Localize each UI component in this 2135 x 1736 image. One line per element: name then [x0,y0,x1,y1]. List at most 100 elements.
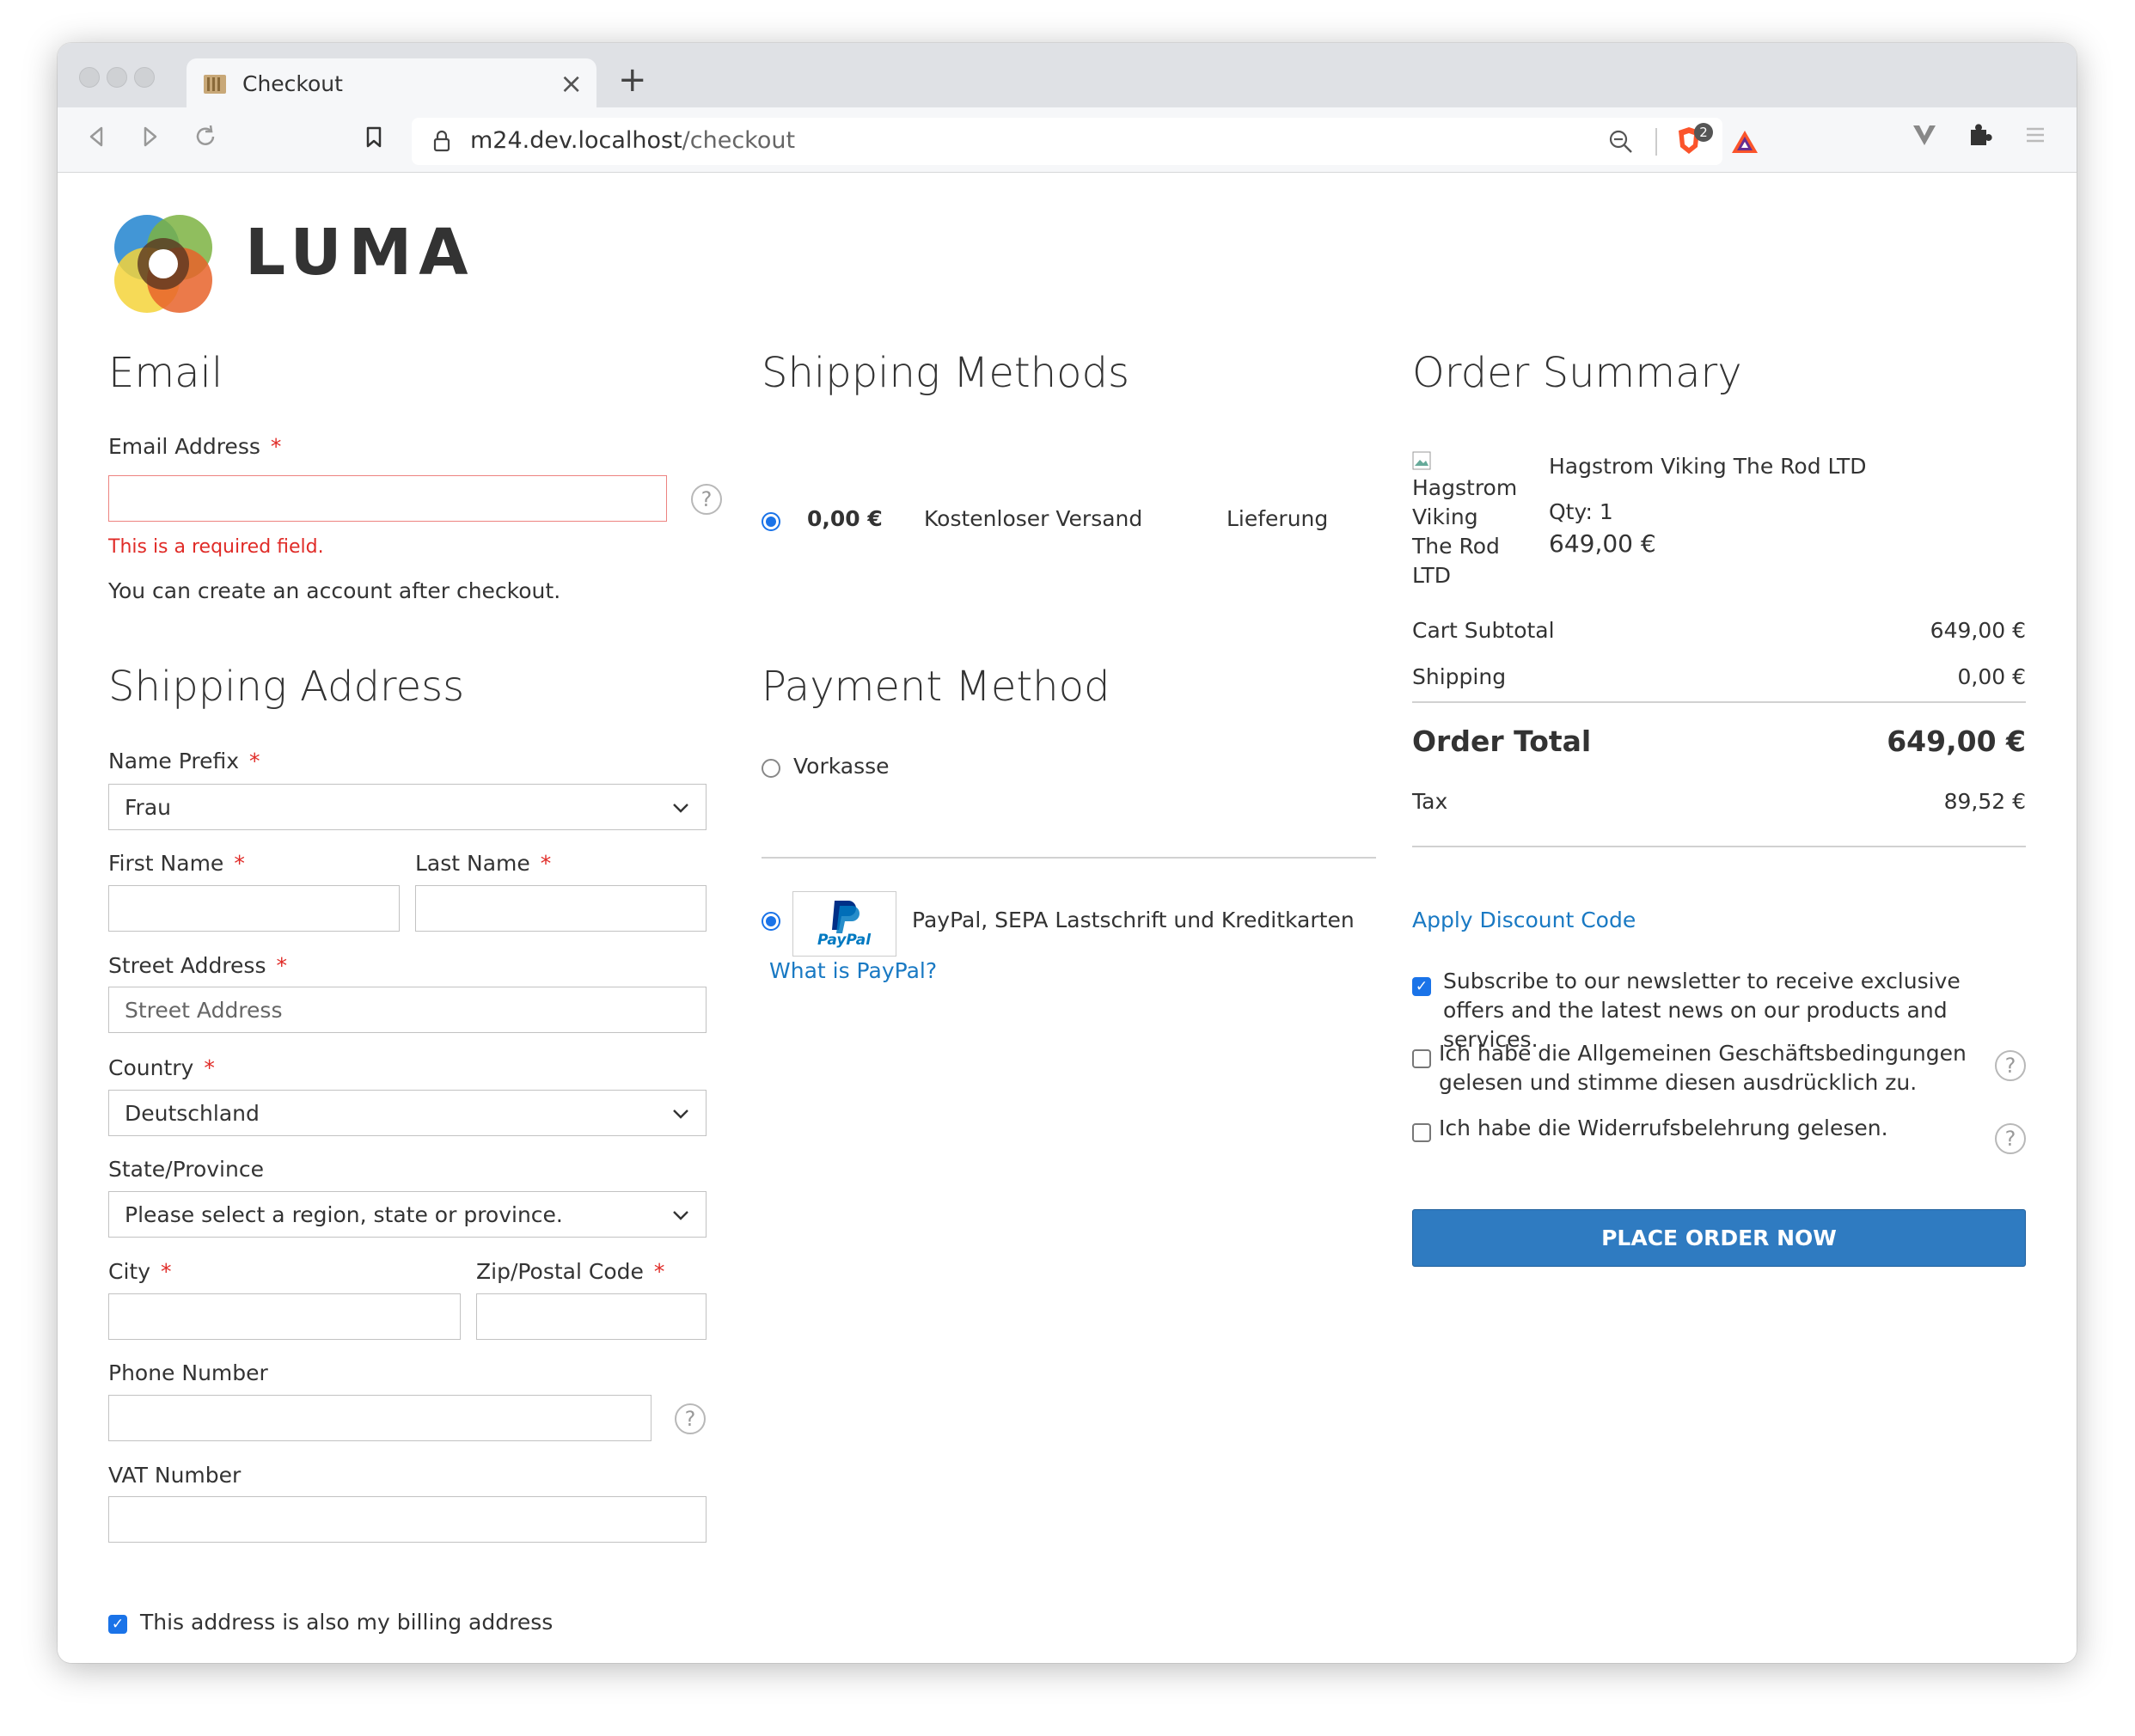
new-tab-icon[interactable]: + [618,60,647,100]
reload-icon[interactable] [188,119,223,154]
luma-logo-text: LUMA [245,216,475,290]
product-price: 649,00 € [1549,529,1656,558]
tab-close-icon[interactable]: × [560,67,583,100]
shipping-cost-value: 0,00 € [1957,664,2026,689]
email-help-icon[interactable]: ? [691,484,722,515]
forward-icon[interactable] [133,119,168,154]
place-order-button[interactable]: PLACE ORDER NOW [1412,1209,2026,1267]
cart-subtotal-value: 649,00 € [1930,618,2026,643]
chevron-down-icon [673,804,688,813]
window-minimize-dot[interactable] [107,67,127,88]
brave-rewards-icon[interactable] [1730,129,1759,155]
bookmark-icon[interactable] [357,119,391,154]
country-label: Country * [108,1055,215,1080]
product-image: Hagstrom Viking The Rod LTD [1412,451,1524,590]
shipping-address-title: Shipping Address [108,663,465,711]
state-value: Please select a region, state or provinc… [125,1202,563,1227]
shipping-methods-title: Shipping Methods [762,349,1130,397]
withdrawal-help-icon[interactable]: ? [1995,1123,2026,1154]
first-name-label-text: First Name [108,851,224,876]
menu-icon[interactable] [2022,119,2048,150]
billing-same-label: This address is also my billing address [140,1610,554,1635]
browser-window: Checkout × + m24.dev.localhost/checkout [58,43,2077,1663]
zip-field[interactable] [476,1293,707,1340]
country-select[interactable]: Deutschland [108,1090,707,1136]
state-select[interactable]: Please select a region, state or provinc… [108,1191,707,1238]
email-error: This is a required field. [108,536,324,558]
payment-prepay-label: Vorkasse [793,754,890,779]
browser-toolbar: m24.dev.localhost/checkout 2 [58,107,2077,173]
shipping-method-carrier: Lieferung [1227,506,1329,531]
phone-help-icon[interactable]: ? [675,1403,706,1434]
payment-prepay-radio[interactable] [762,759,780,778]
first-name-label: First Name * [108,851,245,876]
window-close-dot[interactable] [79,67,100,88]
billing-same-checkbox[interactable]: ✓ [108,1615,127,1634]
product-qty: Qty: 1 [1549,499,1613,524]
city-label: City * [108,1259,172,1284]
zip-label-text: Zip/Postal Code [476,1259,644,1284]
order-total-value: 649,00 € [1887,724,2026,758]
required-mark: * [234,851,245,876]
back-icon[interactable] [79,119,113,154]
apply-discount-link[interactable]: Apply Discount Code [1412,908,1636,932]
tax-label: Tax [1412,789,1448,814]
payment-method-title: Payment Method [762,663,1110,711]
name-prefix-value: Frau [125,795,172,820]
last-name-field[interactable] [415,885,707,932]
city-field[interactable] [108,1293,461,1340]
extensions-puzzle-icon[interactable] [1964,119,1995,150]
name-prefix-select[interactable]: Frau [108,784,707,830]
email-field[interactable] [108,475,667,522]
city-label-text: City [108,1259,150,1284]
street-field[interactable]: Street Address [108,987,707,1033]
luma-logo-icon[interactable] [109,210,217,318]
order-summary-title: Order Summary [1412,349,1742,397]
what-is-paypal-link[interactable]: What is PayPal? [769,958,937,983]
name-prefix-label: Name Prefix * [108,749,260,773]
chevron-down-icon [673,1109,688,1119]
zip-label: Zip/Postal Code * [476,1259,664,1284]
extension-v-icon[interactable] [1909,119,1940,150]
street-placeholder: Street Address [125,998,283,1023]
required-mark: * [653,1259,665,1284]
required-mark: * [270,434,282,459]
street-label-text: Street Address [108,953,266,978]
name-prefix-label-text: Name Prefix [108,749,239,773]
product-image-alt: Hagstrom Viking The Rod LTD [1412,475,1518,588]
agb-label: Ich habe die Allgemeinen Geschäftsbeding… [1439,1041,1967,1095]
first-name-field[interactable] [108,885,400,932]
tab-checkout[interactable]: Checkout × [187,58,596,107]
withdrawal-checkbox[interactable] [1412,1123,1431,1142]
address-bar[interactable]: m24.dev.localhost/checkout 2 [412,118,1758,165]
street-label: Street Address * [108,953,287,978]
email-label: Email Address * [108,434,281,459]
shipping-method-radio[interactable] [762,512,780,531]
last-name-label-text: Last Name [415,851,530,876]
zoom-icon[interactable] [1608,129,1634,155]
product-name: Hagstrom Viking The Rod LTD [1549,454,1867,479]
checkout-page: LUMA Email Email Address * ? This is a re… [58,173,2077,1663]
agb-checkbox[interactable] [1412,1049,1431,1068]
tab-title: Checkout [242,71,343,96]
country-label-text: Country [108,1055,194,1080]
shipping-cost-label: Shipping [1412,664,1507,689]
agb-help-icon[interactable]: ? [1995,1050,2026,1081]
payment-divider [762,857,1376,859]
tax-value: 89,52 € [1943,789,2026,814]
required-mark: * [276,953,287,978]
required-mark: * [161,1259,172,1284]
lock-icon [433,130,450,152]
state-label: State/Province [108,1157,264,1182]
newsletter-checkbox[interactable]: ✓ [1412,977,1431,996]
window-maximize-dot[interactable] [134,67,155,88]
payment-paypal-label: PayPal, SEPA Lastschrift und Kreditkarte… [912,908,1355,932]
payment-paypal-radio[interactable] [762,912,780,931]
phone-field[interactable] [108,1395,652,1441]
vat-field[interactable] [108,1496,707,1543]
required-mark: * [540,851,552,876]
vat-label: VAT Number [108,1463,242,1488]
required-mark: * [204,1055,215,1080]
url-divider [1655,128,1657,156]
phone-label: Phone Number [108,1360,268,1385]
